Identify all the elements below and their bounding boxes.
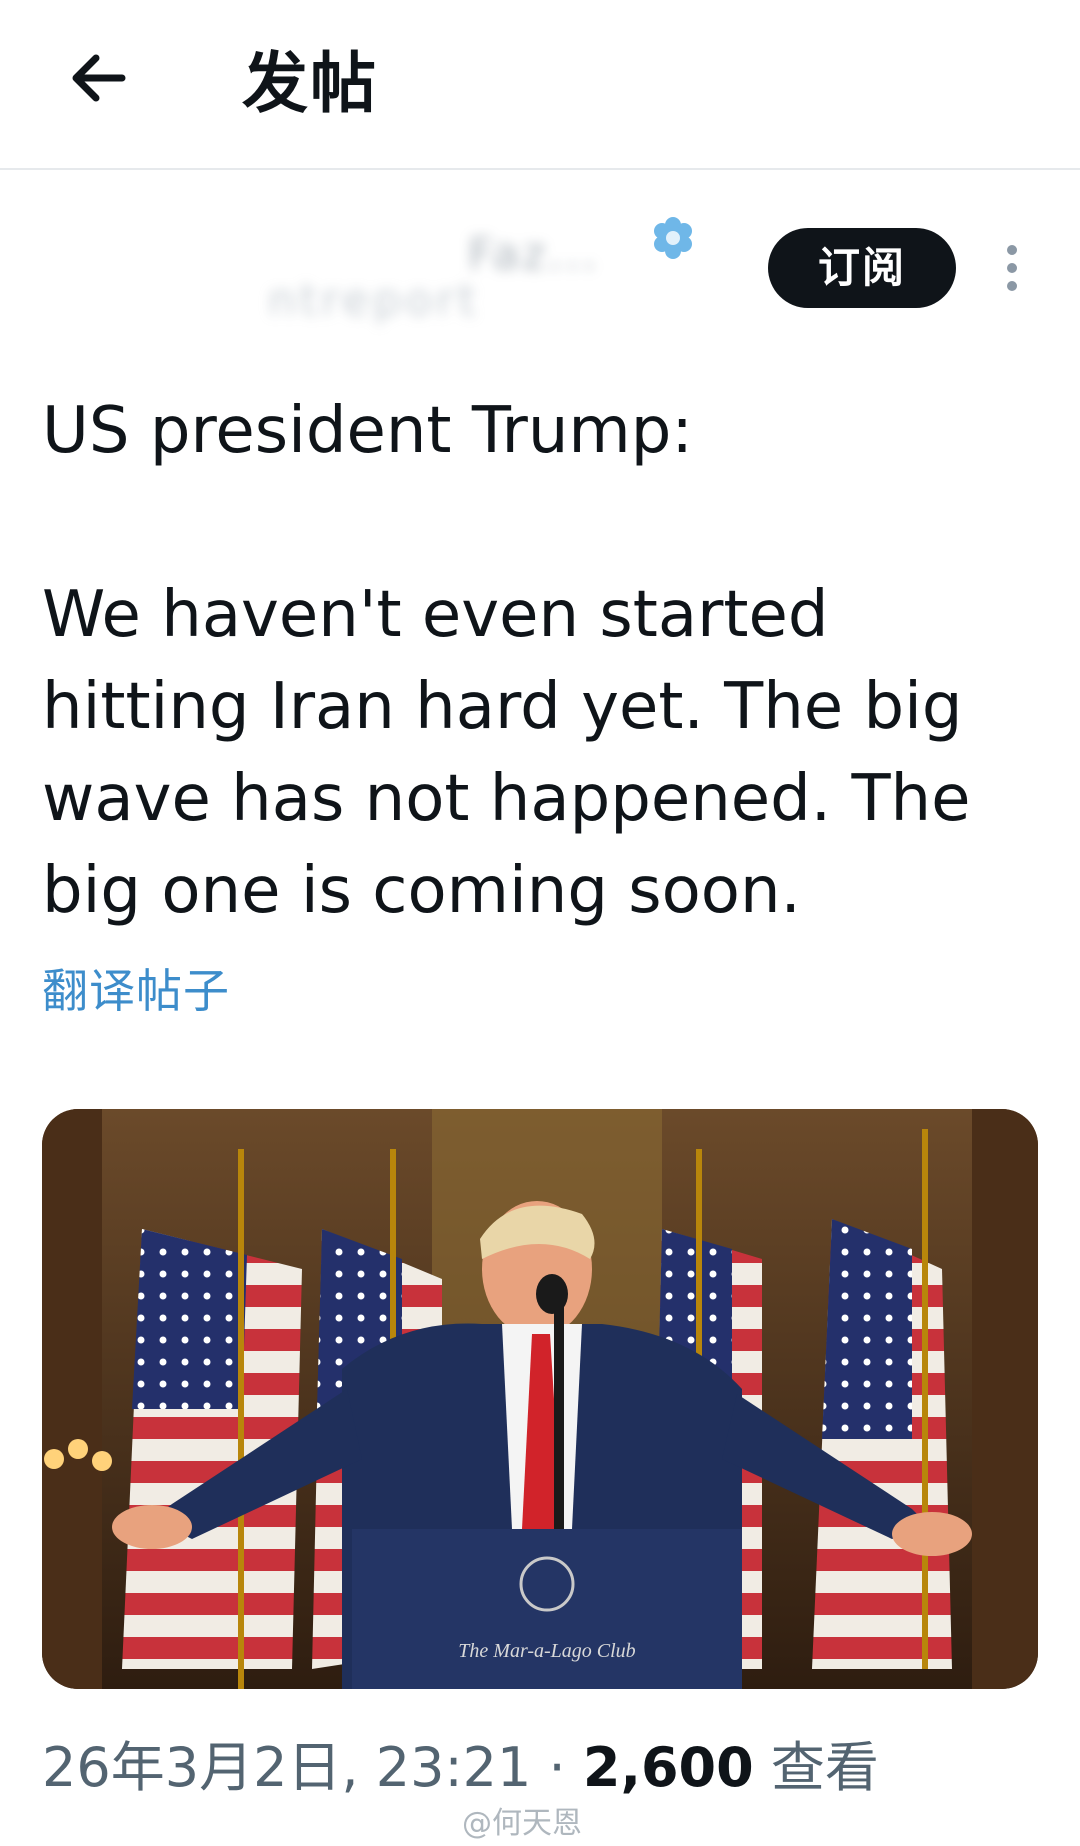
author-blurred: Faz... ntreport xyxy=(48,205,668,335)
arrow-left-icon[interactable] xyxy=(60,38,140,118)
author-name: Faz... xyxy=(468,229,600,280)
author-handle: ntreport xyxy=(268,275,480,326)
podium-text: The Mar-a-Lago Club xyxy=(458,1640,635,1662)
weibo-watermark: @何天恩 xyxy=(462,1806,582,1841)
views-label: 查看 xyxy=(753,1736,879,1799)
press-conference-photo: The Mar-a-Lago Club xyxy=(42,1109,1038,1689)
post-text: US president Trump: We haven't even star… xyxy=(42,394,971,928)
page-title: 发帖 xyxy=(242,45,378,122)
top-bar: 发帖 xyxy=(0,0,1080,170)
post-image[interactable]: The Mar-a-Lago Club xyxy=(42,1109,1038,1689)
post-meta: 26年3月2日, 23:21 · 2,600 查看 xyxy=(42,1733,879,1803)
views-count: 2,600 xyxy=(582,1736,754,1799)
post-timestamp: 26年3月2日, 23:21 · xyxy=(42,1736,583,1799)
subscribe-button[interactable]: 订阅 xyxy=(768,228,956,308)
translate-post-link[interactable]: 翻译帖子 xyxy=(42,955,230,1021)
verified-badge-icon xyxy=(654,217,692,259)
author-info[interactable]: Faz... ntreport xyxy=(48,205,698,335)
more-vertical-icon[interactable] xyxy=(990,240,1034,296)
